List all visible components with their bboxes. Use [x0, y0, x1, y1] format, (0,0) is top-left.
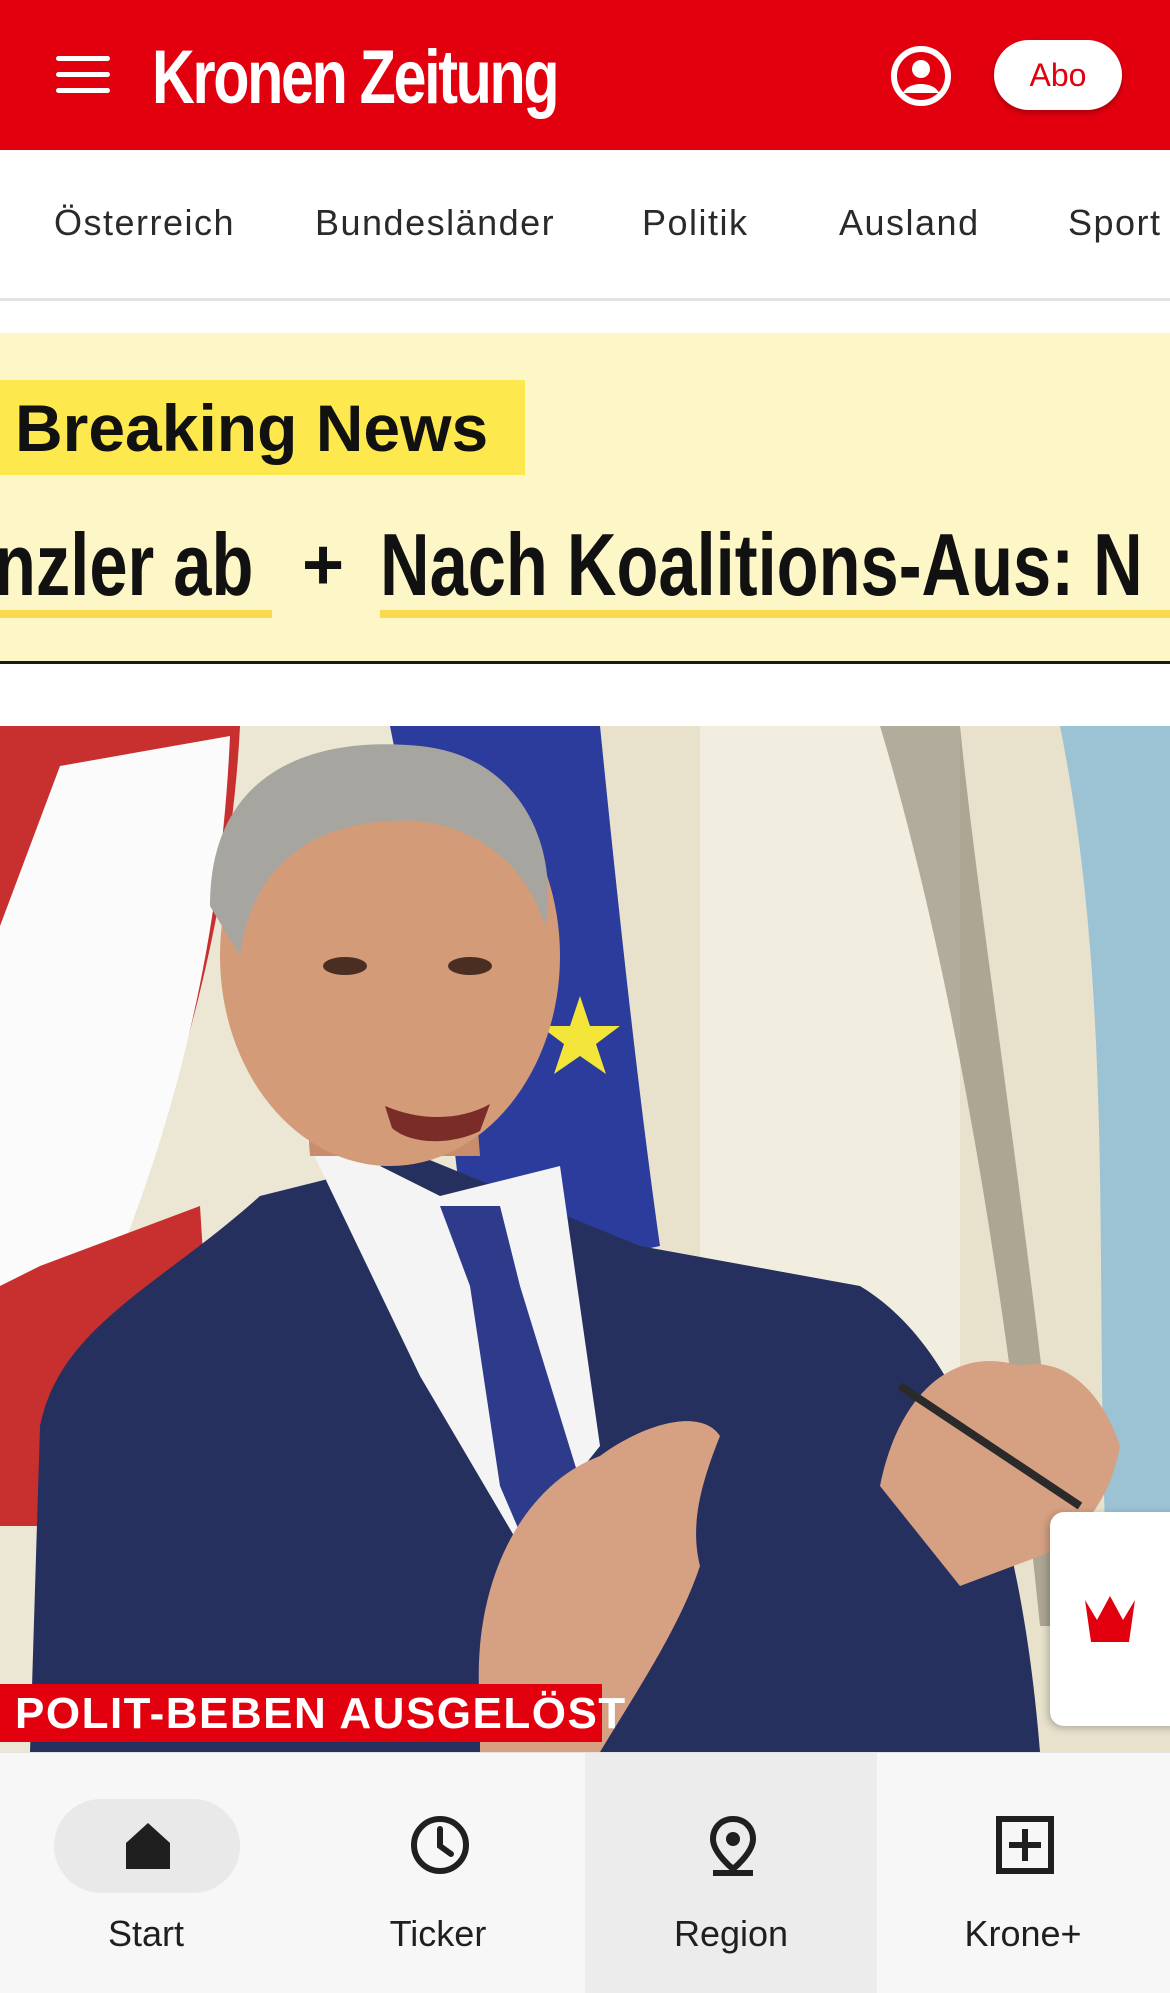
category-oesterreich[interactable]: Österreich — [54, 202, 235, 244]
home-icon — [126, 1823, 170, 1869]
ticker-separator: + — [302, 525, 345, 605]
tab-krone-plus[interactable]: Krone+ — [877, 1753, 1169, 1993]
bottom-nav: Start Ticker Region Krone+ — [0, 1752, 1170, 1993]
breaking-news-banner[interactable]: Breaking News nzler ab + Nach Koalitions… — [0, 333, 1170, 664]
abo-button[interactable]: Abo — [994, 40, 1122, 110]
top-bar: Kronen Zeitung Abo — [0, 0, 1170, 150]
tab-ticker[interactable]: Ticker — [292, 1753, 584, 1993]
tab-label: Ticker — [389, 1913, 487, 1954]
category-sport[interactable]: Sport — [1068, 202, 1162, 244]
category-politik[interactable]: Politik — [642, 202, 749, 244]
plus-box-icon — [996, 1816, 1054, 1874]
category-nav: Österreich Bundesländer Politik Ausland … — [0, 150, 1170, 301]
breaking-news-label: Breaking News — [0, 380, 525, 475]
tab-label: Region — [673, 1913, 789, 1954]
krone-crown-icon — [1085, 1596, 1135, 1642]
ticker-item[interactable]: Nach Koalitions-Aus: N — [380, 518, 1143, 618]
site-logo[interactable]: Kronen Zeitung — [152, 36, 560, 120]
clock-icon — [411, 1816, 469, 1874]
tab-label: Start — [107, 1913, 185, 1954]
category-bundeslaender[interactable]: Bundesländer — [315, 202, 555, 244]
tab-region[interactable]: Region — [585, 1753, 877, 1993]
hero-kicker[interactable]: POLIT-BEBEN AUSGELÖST — [0, 1684, 625, 1742]
menu-icon[interactable] — [52, 50, 114, 100]
ticker-item[interactable]: nzler ab — [0, 518, 253, 618]
tab-start[interactable]: Start — [0, 1753, 292, 1993]
location-pin-icon — [709, 1815, 757, 1876]
tab-label: Krone+ — [964, 1913, 1082, 1954]
user-account-icon[interactable] — [890, 45, 952, 107]
hero-image[interactable] — [0, 726, 1170, 1752]
krone-badge-button[interactable] — [1050, 1512, 1170, 1726]
category-ausland[interactable]: Ausland — [839, 202, 980, 244]
breaking-news-ticker[interactable]: nzler ab + Nach Koalitions-Aus: N — [0, 518, 1170, 628]
